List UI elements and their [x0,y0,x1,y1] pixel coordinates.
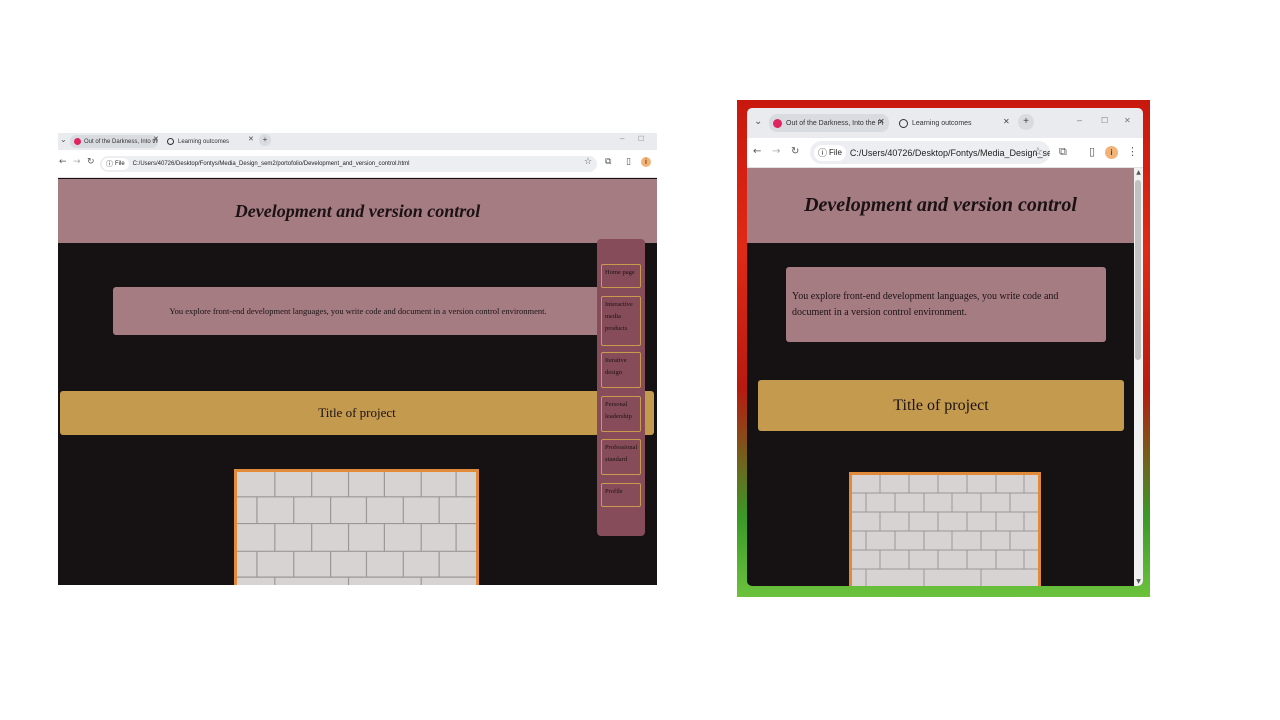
intro-box: You explore front-end development langua… [786,267,1106,342]
file-chip[interactable]: ⓘ File [102,158,129,170]
minimize-icon[interactable]: – [1077,115,1082,125]
globe-icon [167,138,174,145]
extensions-icon[interactable]: ⧉ [1059,145,1067,159]
address-text: C:/Users/40726/Desktop/Fontys/Media_Desi… [849,147,1050,158]
maximize-icon[interactable]: ☐ [1101,116,1108,125]
address-text: C:/Users/40726/Desktop/Fontys/Media_Desi… [132,161,410,167]
project-title-bar: Title of project [60,391,654,435]
screenshot-desktop-view: ⌄ Out of the Darkness, Into the Fi ✕ Lea… [58,133,657,585]
project-title: Title of project [318,405,396,420]
forward-icon[interactable]: → [73,157,81,167]
address-bar[interactable]: ⓘ File C:/Users/40726/Desktop/Fontys/Med… [100,156,597,172]
tab-search-icon[interactable]: ⌄ [754,116,762,127]
address-bar-row: ← → ↻ ⓘ File C:/Users/40726/Desktop/Font… [58,150,657,178]
side-navigation: Home page Interactive media products Ite… [597,239,645,536]
nav-item-profile[interactable]: Profile [601,483,641,507]
youtube-icon [74,138,81,145]
close-tab-icon[interactable]: ✕ [1003,117,1010,126]
close-window-icon[interactable]: ✕ [1124,116,1131,125]
intro-text: You explore front-end development langua… [169,306,547,316]
nav-item-iterative-design[interactable]: Iterative design [601,352,641,388]
sidepanel-icon[interactable]: ▯ [1089,145,1095,158]
page-header: Development and version control [747,168,1134,243]
extensions-icon[interactable]: ⧉ [605,157,611,167]
reload-icon[interactable]: ↻ [791,146,799,157]
more-icon[interactable]: ⋮ [1127,145,1138,158]
back-icon[interactable]: ← [59,157,67,167]
tab-strip: ⌄ Out of the Darkness, Into the Fi ✕ Lea… [747,108,1143,138]
file-chip-label: File [829,148,842,157]
intro-box: You explore front-end development langua… [113,287,603,335]
page-title: Development and version control [234,200,481,221]
nav-item-home-page[interactable]: Home page [601,264,641,288]
new-tab-button[interactable]: + [259,134,271,146]
info-icon: ⓘ [106,161,113,168]
back-icon[interactable]: ← [753,146,761,157]
close-tab-icon[interactable]: ✕ [248,135,254,143]
brick-wall-image [237,472,476,585]
tab-strip: ⌄ Out of the Darkness, Into the Fi ✕ Lea… [58,133,657,150]
scroll-up-icon[interactable]: ▲ [1134,169,1143,176]
page-title: Development and version control [804,194,1077,216]
close-tab-icon[interactable]: ✕ [153,135,159,143]
tab-search-icon[interactable]: ⌄ [60,135,67,144]
tab-title: Learning outcomes [178,138,230,145]
nav-item-personal-leadership[interactable]: Personal leadership [601,396,641,432]
forward-icon[interactable]: → [772,146,780,157]
reload-icon[interactable]: ↻ [87,157,95,167]
tab-learning-outcomes[interactable]: Learning outcomes [897,114,1003,132]
tab-youtube[interactable]: Out of the Darkness, Into the Fi [70,135,158,148]
globe-icon [899,118,908,128]
star-icon[interactable]: ☆ [1033,145,1043,158]
brick-wall-image [852,475,1038,586]
address-bar[interactable]: ⓘ File C:/Users/40726/Desktop/Fontys/Med… [810,141,1050,164]
file-chip-label: File [115,161,125,167]
project-title: Title of project [893,396,989,414]
new-tab-button[interactable]: + [1018,114,1034,130]
tab-title: Learning outcomes [912,119,972,127]
browser-window: ⌄ Out of the Darkness, Into the Fi ✕ Lea… [747,108,1143,586]
project-image [849,472,1041,586]
profile-avatar[interactable]: i [1105,146,1118,159]
youtube-icon [773,118,782,128]
scrollbar-thumb[interactable] [1135,180,1141,360]
close-tab-icon[interactable]: ✕ [878,117,885,126]
nav-item-interactive-media-products[interactable]: Interactive media products [601,296,641,346]
project-title-bar: Title of project [758,380,1124,431]
tab-learning-outcomes[interactable]: Learning outcomes [165,135,257,148]
tab-title: Out of the Darkness, Into the Fi [786,119,884,127]
project-image [234,469,479,585]
info-icon: ⓘ [818,148,828,158]
vertical-scrollbar[interactable]: ▲ ▼ [1134,168,1143,586]
star-icon[interactable]: ☆ [584,157,592,167]
minimize-icon[interactable]: – [620,134,624,143]
tab-youtube[interactable]: Out of the Darkness, Into the Fi [769,114,889,132]
file-chip[interactable]: ⓘ File [814,144,846,161]
profile-avatar[interactable]: i [641,157,651,167]
sidepanel-icon[interactable]: ▯ [626,157,631,167]
intro-text: You explore front-end development langua… [792,290,1059,318]
nav-item-professional-standard[interactable]: Professional standard [601,439,641,475]
page-header: Development and version control [58,179,657,243]
scroll-down-icon[interactable]: ▼ [1134,578,1143,585]
screenshot-narrow-view: ⌄ Out of the Darkness, Into the Fi ✕ Lea… [737,100,1150,597]
maximize-icon[interactable]: ☐ [638,135,644,143]
address-bar-row: ← → ↻ ⓘ File C:/Users/40726/Desktop/Font… [747,138,1143,168]
tab-title: Out of the Darkness, Into the Fi [84,138,158,145]
